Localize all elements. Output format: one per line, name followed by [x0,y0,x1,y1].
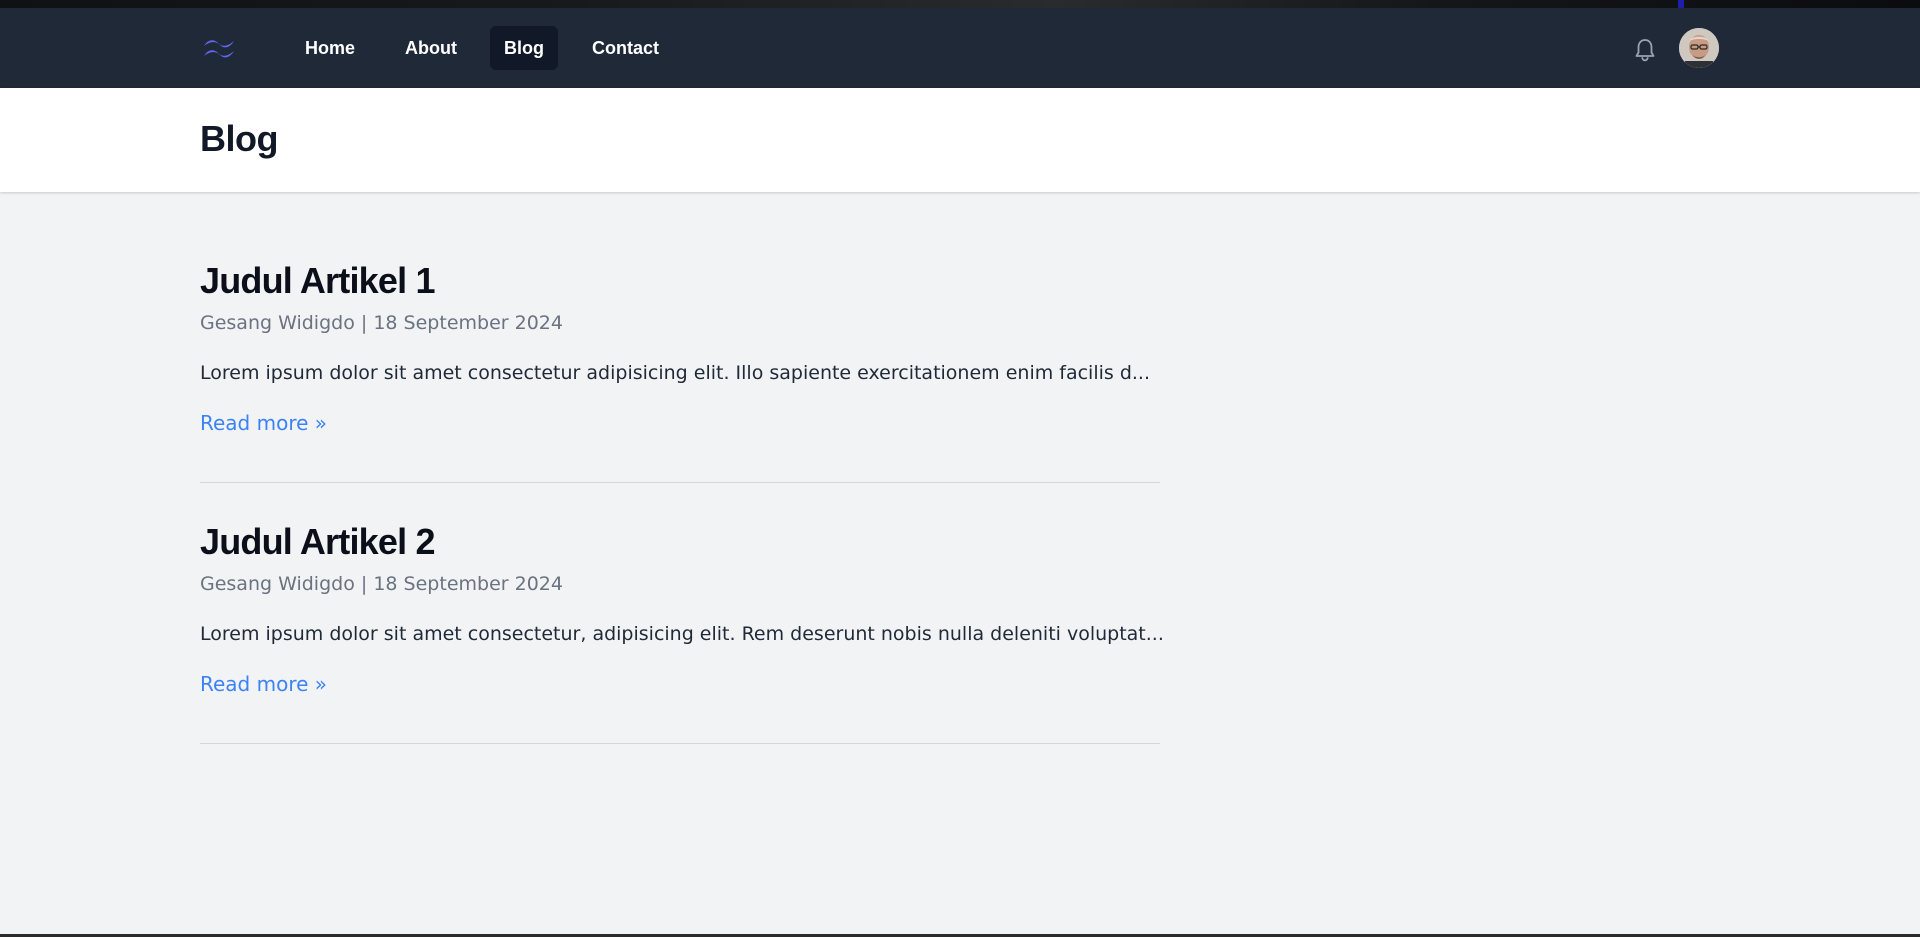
article-author: Gesang Widigdo [200,312,355,334]
article-title[interactable]: Judul Artikel 1 [200,259,436,303]
top-navbar: Home About Blog Contact [0,8,1920,88]
nav-link-home[interactable]: Home [291,26,369,70]
nav-link-blog[interactable]: Blog [490,26,558,70]
article-item: Judul Artikel 1 Gesang Widigdo | 18 Sept… [200,259,1160,483]
article-meta: Gesang Widigdo | 18 September 2024 [200,311,563,335]
read-more-link[interactable]: Read more » [200,411,327,435]
article-title[interactable]: Judul Artikel 2 [200,520,436,564]
article-date: 18 September 2024 [373,573,563,595]
bell-icon[interactable] [1630,35,1660,65]
article-item: Judul Artikel 2 Gesang Widigdo | 18 Sept… [200,520,1164,744]
article-excerpt: Lorem ipsum dolor sit amet consectetur, … [200,623,1164,645]
article-date: 18 September 2024 [373,312,563,334]
page-header: Blog [0,88,1920,192]
article-meta: Gesang Widigdo | 18 September 2024 [200,572,563,596]
article-author: Gesang Widigdo [200,573,355,595]
browser-top-strip [0,0,1920,8]
meta-separator: | [360,312,374,334]
nav-link-contact[interactable]: Contact [578,26,673,70]
nav-link-about[interactable]: About [391,26,471,70]
tailwind-logo-icon[interactable] [200,35,240,61]
user-avatar[interactable] [1679,28,1719,68]
read-more-link[interactable]: Read more » [200,672,327,696]
article-excerpt: Lorem ipsum dolor sit amet consectetur a… [200,362,1150,384]
page-title: Blog [200,118,278,159]
meta-separator: | [360,573,374,595]
